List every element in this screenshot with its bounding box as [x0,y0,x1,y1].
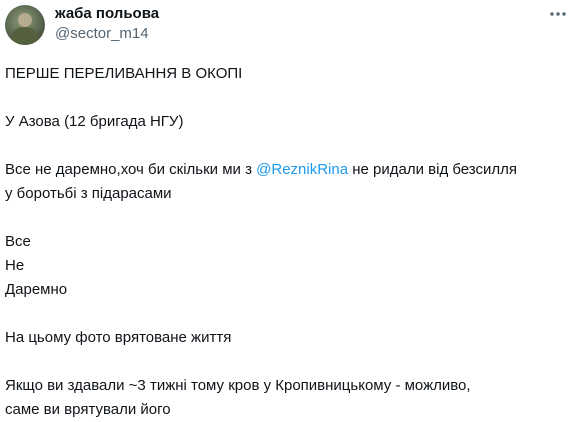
tweet-line: Даремно [5,281,68,298]
tweet-line: У Азова (12 бригада НГУ) [5,113,184,130]
tweet-line: Не [5,257,25,274]
tweet-line: у боротьбі з підарасами [5,185,172,202]
tweet-text-span: Все не даремно,хоч би скільки ми з [5,161,257,178]
mention-link[interactable]: @ReznikRina [256,161,348,178]
tweet-card: жаба польова @sector_m14 ПЕРШЕ ПЕРЕЛИВАН… [0,0,583,422]
tweet-text-span: не ридали від безсилля [348,161,518,178]
tweet-line: Все [5,233,31,250]
tweet-line: саме ви врятували його [5,401,171,418]
more-options-button[interactable] [546,4,570,24]
author-avatar[interactable] [5,5,45,45]
more-horizontal-icon [550,12,566,16]
tweet-line: ПЕРШЕ ПЕРЕЛИВАННЯ В ОКОПІ [5,65,243,82]
author-display-name[interactable]: жаба польова [55,5,159,23]
tweet-line: Якщо ви здавали ~3 тижні тому кров у Кро… [5,377,471,394]
tweet-line: Все не даремно,хоч би скільки ми з @Rezn… [5,158,565,182]
tweet-line: На цьому фото врятоване життя [5,329,232,346]
tweet-text: ПЕРШЕ ПЕРЕЛИВАННЯ В ОКОПІ У Азова (12 бр… [5,62,565,422]
author-handle[interactable]: @sector_m14 [55,24,159,44]
author-names: жаба польова @sector_m14 [55,5,159,44]
tweet-header: жаба польова @sector_m14 [0,0,583,52]
